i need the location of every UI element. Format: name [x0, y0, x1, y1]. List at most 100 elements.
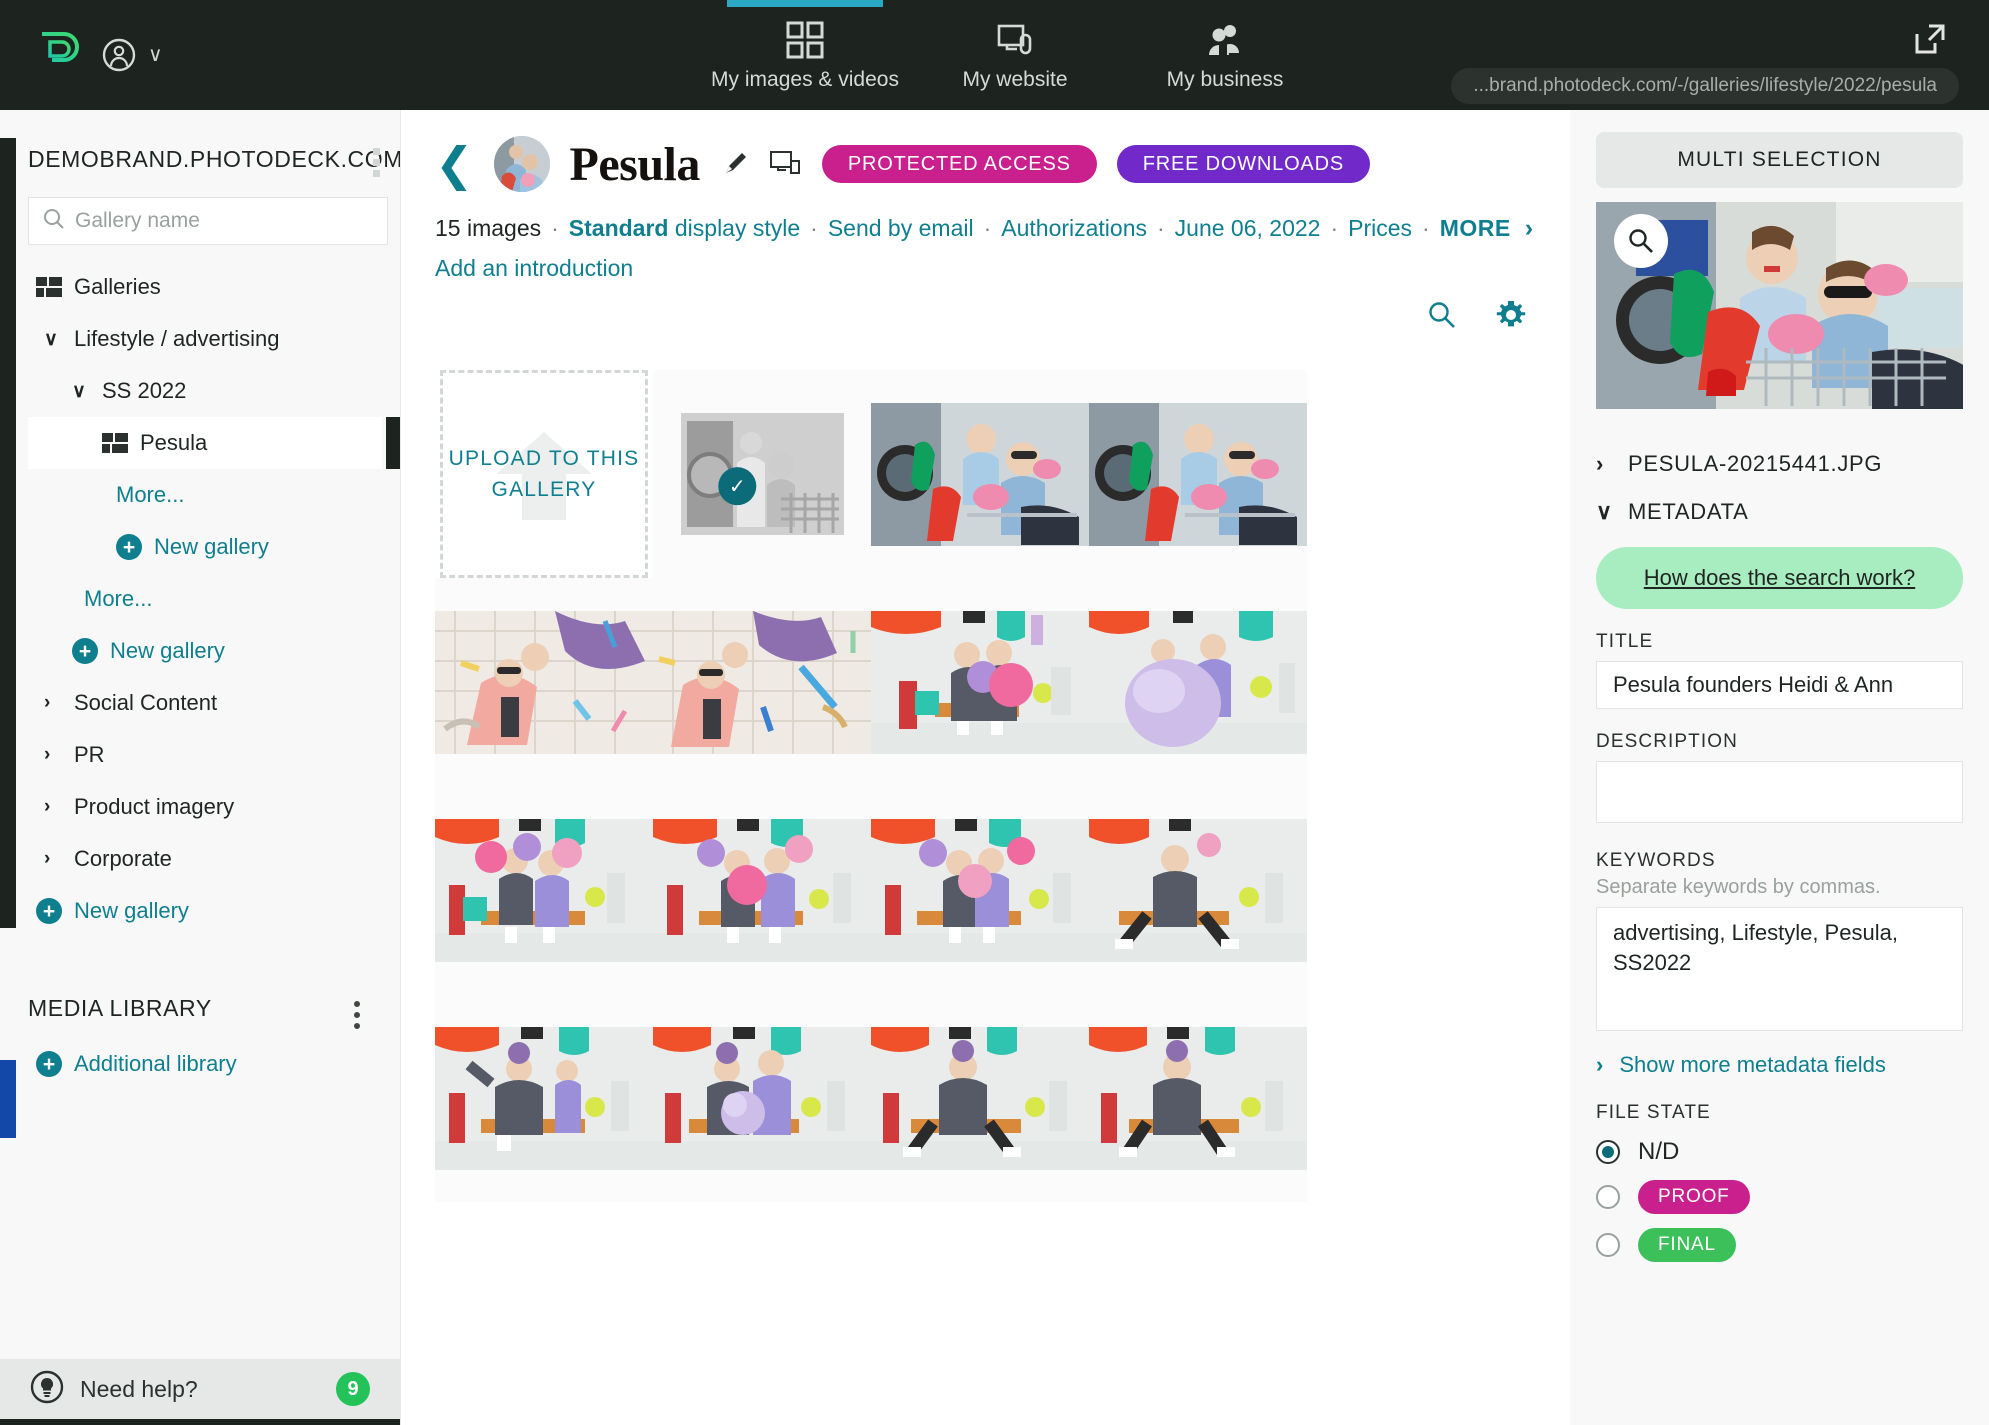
sidebar-item-corporate[interactable]: › Corporate [28, 833, 382, 885]
grid-item[interactable] [435, 578, 653, 786]
grid-item[interactable] [871, 994, 1089, 1202]
need-help-button[interactable]: Need help? 9 [0, 1359, 400, 1425]
thumbnail [1089, 818, 1307, 962]
nav-my-business[interactable]: My business [1120, 0, 1330, 110]
monitor-icon [995, 19, 1035, 61]
tree-label: New gallery [154, 534, 269, 559]
details-panel: MULTI SELECTION › PESULA-20215441.JPG ∨ … [1570, 110, 1989, 1425]
grid-item[interactable] [871, 370, 1089, 578]
photodeck-logo-icon[interactable] [38, 32, 80, 78]
display-style-value[interactable]: Standard [569, 215, 669, 242]
grid-item[interactable] [435, 994, 653, 1202]
show-more-metadata-link[interactable]: › Show more metadata fields [1596, 1052, 1963, 1078]
file-state-option-proof[interactable]: PROOF [1596, 1180, 1963, 1214]
description-field-label: DESCRIPTION [1596, 731, 1738, 752]
file-state-option-final[interactable]: FINAL [1596, 1228, 1963, 1262]
sidebar-item-pesula[interactable]: Pesula [28, 417, 400, 469]
nav-my-images-and-videos[interactable]: My images & videos [700, 0, 910, 110]
more-link[interactable]: MORE [1440, 215, 1511, 242]
chevron-down-icon: ∨ [148, 44, 163, 66]
thumbnail [1089, 1026, 1307, 1170]
thumbnail [435, 610, 653, 754]
sidebar-item-galleries[interactable]: Galleries [28, 261, 382, 313]
sidebar-additional-library[interactable]: + Additional library [28, 1038, 382, 1090]
sidebar-new-gallery-root[interactable]: + New gallery [28, 885, 382, 937]
grid-item[interactable] [653, 578, 871, 786]
status-badge-free-downloads[interactable]: FREE DOWNLOADS [1116, 145, 1370, 183]
chevron-right-icon: › [1596, 451, 1604, 476]
gear-icon[interactable] [1496, 300, 1526, 330]
grid-row [435, 786, 1570, 994]
chevron-right-icon: › [44, 848, 51, 869]
external-link-icon[interactable] [1913, 22, 1947, 61]
pencil-icon[interactable] [720, 149, 750, 179]
search-help-link[interactable]: How does the search work? [1596, 547, 1963, 609]
sidebar-item-pr[interactable]: › PR [28, 729, 382, 781]
file-state-option-nd[interactable]: N/D [1596, 1138, 1963, 1166]
tree-label: Pesula [140, 430, 208, 455]
search-input[interactable] [75, 209, 373, 233]
prices-link[interactable]: Prices [1348, 215, 1412, 242]
metadata-section-row[interactable]: ∨ METADATA [1596, 499, 1963, 525]
account-menu[interactable]: ∨ [100, 36, 163, 74]
nav-my-website[interactable]: My website [910, 0, 1120, 110]
radio-icon[interactable] [1596, 1233, 1620, 1257]
keywords-field[interactable] [1596, 907, 1963, 1031]
add-introduction-link[interactable]: Add an introduction [435, 255, 1536, 282]
upload-to-gallery-button[interactable]: UPLOAD TO THIS GALLERY [440, 370, 648, 578]
kebab-menu-icon[interactable] [354, 1001, 360, 1029]
tree-label: Product imagery [74, 794, 235, 819]
monitor-preview-icon[interactable] [769, 150, 802, 178]
media-library-rail [0, 1060, 16, 1138]
gallery-search[interactable] [28, 197, 388, 245]
description-field[interactable] [1596, 761, 1963, 823]
grid-item[interactable] [1089, 994, 1307, 1202]
grid-item[interactable] [435, 786, 653, 994]
thumbnail [653, 1026, 871, 1170]
people-icon [1205, 19, 1245, 61]
plus-circle-icon: + [36, 1051, 62, 1077]
grid-item[interactable] [871, 786, 1089, 994]
sidebar-item-social-content[interactable]: › Social Content [28, 677, 382, 729]
tree-label: New gallery [74, 898, 189, 923]
grid-item[interactable] [653, 994, 871, 1202]
grid-item[interactable] [871, 578, 1089, 786]
search-icon[interactable] [1428, 301, 1456, 329]
chevron-right-icon: › [44, 692, 51, 713]
grid-item[interactable] [1089, 370, 1307, 578]
sidebar-more-ss2022[interactable]: More... [28, 469, 382, 521]
sidebar-new-gallery-ss2022[interactable]: + New gallery [28, 521, 382, 573]
plus-circle-icon: + [116, 534, 142, 560]
sidebar-new-gallery-lifestyle[interactable]: + New gallery [28, 625, 382, 677]
authorizations-link[interactable]: Authorizations [1001, 215, 1147, 242]
title-field[interactable] [1596, 661, 1963, 709]
grid-item[interactable] [653, 786, 871, 994]
thumbnail [871, 818, 1089, 962]
sidebar-item-product-imagery[interactable]: › Product imagery [28, 781, 382, 833]
grid-item[interactable] [1089, 786, 1307, 994]
display-style-suffix[interactable]: display style [675, 215, 800, 242]
thumbnail [871, 1026, 1089, 1170]
multi-selection-button[interactable]: MULTI SELECTION [1596, 132, 1963, 188]
grid-item-selected[interactable]: ✓ [653, 370, 871, 578]
grid-item[interactable] [1089, 578, 1307, 786]
magnifier-icon[interactable] [1614, 214, 1668, 268]
sidebar-item-ss-2022[interactable]: ∨ SS 2022 [28, 365, 382, 417]
tree-label: SS 2022 [102, 378, 187, 403]
gallery-meta: 15 images · Standard display style · Sen… [435, 214, 1536, 243]
chevron-right-icon[interactable]: › [1511, 214, 1533, 243]
check-circle-icon[interactable]: ✓ [718, 467, 757, 506]
sidebar-item-lifestyle-advertising[interactable]: ∨ Lifestyle / advertising [28, 313, 382, 365]
grid-toolbar [401, 282, 1570, 338]
back-chevron-icon[interactable]: ❮ [435, 141, 474, 187]
sidebar-more-lifestyle[interactable]: More... [28, 573, 382, 625]
status-badge-protected-access[interactable]: PROTECTED ACCESS [821, 145, 1097, 183]
radio-icon[interactable] [1596, 1140, 1620, 1164]
gallery-date[interactable]: June 06, 2022 [1175, 215, 1321, 242]
filename-row[interactable]: › PESULA-20215441.JPG [1596, 451, 1963, 477]
gallery-url-pill[interactable]: ...brand.photodeck.com/-/galleries/lifes… [1451, 68, 1959, 104]
file-state-option-label: PROOF [1638, 1180, 1750, 1214]
send-by-email-link[interactable]: Send by email [828, 215, 974, 242]
sidebar-drag-handle[interactable] [373, 148, 380, 177]
radio-icon[interactable] [1596, 1185, 1620, 1209]
